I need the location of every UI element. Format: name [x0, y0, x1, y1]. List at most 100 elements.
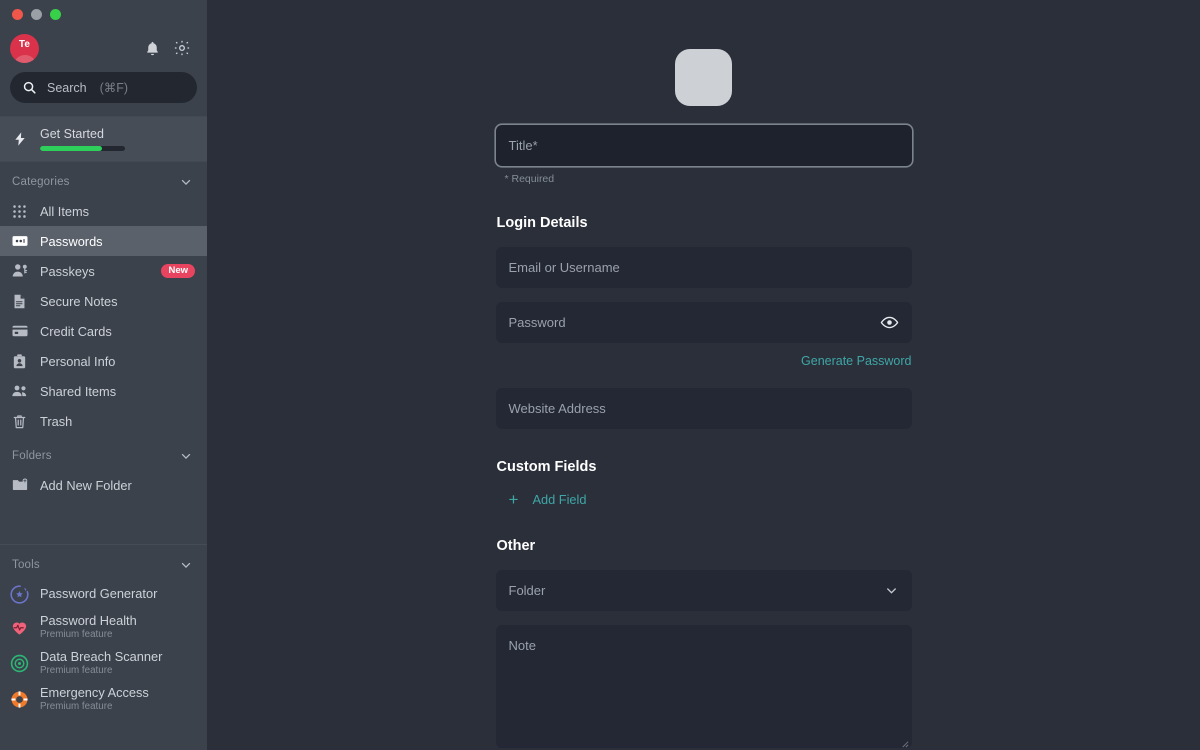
sidebar-tool-label: Password Generator	[40, 586, 158, 602]
credit-card-icon	[10, 322, 29, 341]
website-input-placeholder: Website Address	[508, 401, 606, 416]
status-badge: New	[161, 263, 195, 279]
password-card-icon	[10, 232, 29, 251]
sidebar-item-label: All Items	[40, 203, 90, 219]
folder-select-placeholder: Folder	[508, 583, 546, 598]
person-key-icon	[10, 262, 29, 281]
id-badge-icon	[10, 352, 29, 371]
sidebar-tool-emergency-access[interactable]: Emergency Access Premium feature	[0, 681, 207, 717]
trash-icon	[10, 412, 29, 431]
tools-list: Password Generator Password Health Premium…	[0, 579, 207, 717]
sidebar-tool-label: Emergency Access	[40, 685, 149, 700]
sidebar-user-bar: Te	[0, 28, 207, 68]
sidebar-item-passwords[interactable]: Passwords	[0, 226, 207, 256]
main-content: Title* * Required Login Details Email or…	[207, 0, 1200, 750]
folder-plus-icon	[10, 476, 29, 495]
search-shortcut: (⌘F)	[99, 81, 129, 95]
categories-list: All Items Passwords Passkeys New Secure Note…	[0, 196, 207, 436]
sidebar-item-label: Credit Cards	[40, 323, 112, 339]
sidebar-tool-sublabel: Premium feature	[40, 665, 113, 677]
folders-empty-space	[0, 500, 207, 544]
plus-icon: +	[508, 490, 519, 509]
sidebar-tool-label: Password Health	[40, 613, 137, 628]
sidebar-item-label: Passkeys	[40, 263, 95, 279]
gear-icon[interactable]	[171, 37, 193, 59]
folder-select[interactable]: Folder	[495, 570, 912, 611]
target-icon	[10, 654, 29, 673]
sidebar-tool-label: Data Breach Scanner	[40, 649, 163, 664]
sidebar-item-label: Trash	[40, 413, 73, 429]
app-window: Te Search (⌘F) Get Started Categories Al…	[0, 0, 1200, 750]
sidebar-item-label: Secure Notes	[40, 293, 118, 309]
minimize-window-button[interactable]	[31, 8, 42, 20]
tools-header-label: Tools	[12, 559, 40, 571]
get-started-progress-track	[40, 146, 125, 151]
search-input[interactable]: Search (⌘F)	[10, 72, 197, 103]
generate-password-row: Generate Password	[496, 354, 911, 368]
get-started-progress-fill	[40, 146, 103, 151]
username-input-placeholder: Email or Username	[508, 260, 620, 275]
sidebar-tool-sublabel: Premium feature	[40, 629, 113, 641]
sidebar-tool-sublabel: Premium feature	[40, 701, 113, 713]
folders-section-header[interactable]: Folders	[0, 436, 207, 470]
tools-section-header[interactable]: Tools	[0, 545, 207, 579]
sidebar-item-passkeys[interactable]: Passkeys New	[0, 256, 207, 286]
other-heading: Other	[496, 538, 536, 554]
password-input-placeholder: Password	[508, 315, 566, 330]
sidebar-item-label: Add New Folder	[40, 477, 132, 493]
new-password-form: Title* * Required Login Details Email or…	[495, 0, 912, 748]
sidebar-item-personal-info[interactable]: Personal Info	[0, 346, 207, 376]
sidebar-item-shared-items[interactable]: Shared Items	[0, 376, 207, 406]
note-placeholder: Note	[508, 638, 536, 653]
sidebar-item-label: Shared Items	[40, 383, 117, 399]
chevron-down-icon[interactable]	[179, 449, 193, 463]
sidebar-tool-password-generator[interactable]: Password Generator	[0, 579, 207, 609]
app-icon-placeholder	[675, 49, 732, 106]
sidebar: Te Search (⌘F) Get Started Categories Al…	[0, 0, 207, 750]
get-started-panel[interactable]: Get Started	[0, 116, 207, 162]
close-window-button[interactable]	[12, 8, 23, 20]
custom-fields-heading: Custom Fields	[496, 459, 597, 475]
password-input[interactable]: Password	[495, 302, 912, 343]
bolt-icon	[10, 129, 30, 149]
title-input[interactable]: Title*	[495, 125, 912, 166]
sidebar-item-label: Personal Info	[40, 353, 116, 369]
sidebar-item-add-new-folder[interactable]: Add New Folder	[0, 470, 207, 500]
eye-icon[interactable]	[880, 313, 899, 332]
categories-section-header[interactable]: Categories	[0, 162, 207, 196]
chevron-down-icon[interactable]	[884, 583, 899, 598]
required-note: * Required	[504, 173, 555, 185]
bell-icon[interactable]	[141, 37, 163, 59]
avatar-silhouette	[14, 54, 35, 63]
refresh-star-icon	[10, 584, 29, 604]
grid-icon	[10, 202, 29, 221]
sidebar-item-label: Passwords	[40, 233, 103, 249]
website-input[interactable]: Website Address	[495, 388, 912, 429]
document-icon	[10, 292, 29, 311]
resize-handle[interactable]	[900, 736, 909, 748]
sidebar-item-secure-notes[interactable]: Secure Notes	[0, 286, 207, 316]
sidebar-tool-password-health[interactable]: Password Health Premium feature	[0, 609, 207, 645]
title-input-placeholder: Title*	[508, 138, 538, 153]
add-field-button[interactable]: + Add Field	[509, 491, 912, 508]
maximize-window-button[interactable]	[50, 8, 61, 20]
add-field-label: Add Field	[532, 492, 587, 507]
chevron-down-icon[interactable]	[179, 175, 193, 189]
search-icon	[22, 80, 37, 95]
sidebar-item-all-items[interactable]: All Items	[0, 196, 207, 226]
search-placeholder: Search	[47, 80, 87, 95]
avatar[interactable]: Te	[10, 33, 39, 63]
avatar-initials: Te	[18, 38, 31, 50]
note-textarea[interactable]: Note	[495, 625, 912, 748]
login-details-heading: Login Details	[496, 215, 588, 231]
sidebar-item-credit-cards[interactable]: Credit Cards	[0, 316, 207, 346]
sidebar-item-trash[interactable]: Trash	[0, 406, 207, 436]
sidebar-tool-data-breach-scanner[interactable]: Data Breach Scanner Premium feature	[0, 645, 207, 681]
heart-pulse-icon	[10, 618, 29, 637]
chevron-down-icon[interactable]	[179, 558, 193, 572]
get-started-label: Get Started	[40, 127, 104, 141]
life-ring-icon	[10, 690, 29, 709]
username-input[interactable]: Email or Username	[495, 247, 912, 288]
generate-password-link[interactable]: Generate Password	[801, 354, 911, 368]
categories-header-label: Categories	[12, 176, 70, 188]
